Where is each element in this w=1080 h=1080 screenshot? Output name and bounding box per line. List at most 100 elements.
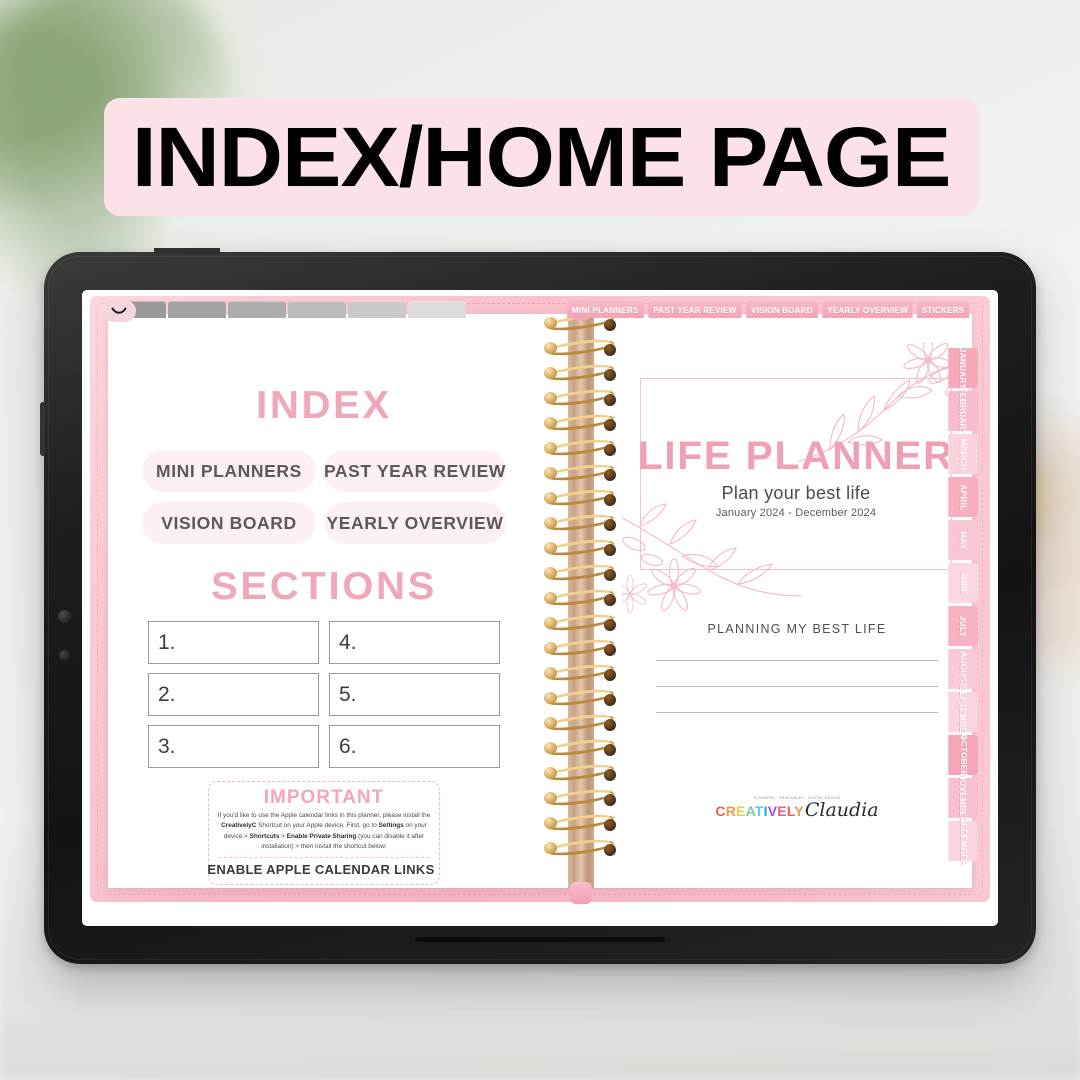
write-in-line[interactable] (656, 712, 938, 713)
tab-stickers[interactable]: STICKERS (916, 301, 970, 318)
grey-tab-4[interactable] (288, 301, 346, 318)
month-tab-september[interactable]: SEPTEMBER (948, 685, 978, 739)
section-input-3[interactable]: 3. (148, 725, 319, 768)
chevron-down-icon[interactable] (102, 300, 136, 322)
month-tab-june[interactable]: JUNE (948, 563, 978, 603)
logo-letter: C (715, 803, 726, 819)
binding-coil (544, 536, 616, 559)
grey-tab-6[interactable] (408, 301, 466, 318)
month-tab-label: MAY (958, 530, 968, 550)
month-tab-august[interactable]: AUGUST (948, 649, 978, 689)
grey-tab-3[interactable] (228, 301, 286, 318)
logo-script-name: Claudia (804, 799, 879, 821)
logo-wordmark: CREATIVELY (715, 804, 803, 818)
binding-coil (544, 386, 616, 409)
index-button-vision-board[interactable]: VISION BOARD (142, 502, 316, 544)
binding-coil (544, 786, 616, 809)
tab-past-year-review[interactable]: PAST YEAR REVIEW (648, 301, 742, 318)
spiral-binding (540, 300, 622, 904)
brand-logo: PLANNERS . PRINTABLES . DIGITAL DESIGN C… (622, 796, 972, 820)
important-title: IMPORTANT (263, 787, 385, 808)
index-heading: INDEX (256, 384, 392, 427)
binding-coil (544, 711, 616, 734)
binding-coil (544, 636, 616, 659)
logo-letter: R (725, 803, 737, 819)
logo-row: CREATIVELY Claudia (715, 801, 878, 820)
month-tab-may[interactable]: MAY (948, 520, 978, 560)
grey-tab-2[interactable] (168, 301, 226, 318)
side-port-upper (58, 610, 71, 623)
month-tab-label: AUGUST (958, 650, 968, 688)
page-title: INDEX/HOME PAGE (132, 109, 952, 204)
section-input-4[interactable]: 4. (329, 621, 500, 664)
month-tab-label: JANUARY (958, 347, 968, 389)
logo-letter: E (736, 803, 746, 819)
index-button-grid: MINI PLANNERS PAST YEAR REVIEW VISION BOAR… (134, 450, 514, 544)
tablet-screen: INDEX MINI PLANNERS PAST YEAR REVIEW VISIO… (82, 290, 998, 926)
binding-coil (544, 686, 616, 709)
volume-button[interactable] (40, 402, 45, 456)
tab-mini-planners[interactable]: MINI PLANNERS (567, 301, 644, 318)
month-tab-january[interactable]: JANUARY (948, 347, 978, 389)
binding-coil (544, 461, 616, 484)
month-tab-november[interactable]: NOVEMBER (948, 773, 978, 823)
tab-vision-board[interactable]: VISION BOARD (745, 301, 818, 318)
tablet-device: INDEX MINI PLANNERS PAST YEAR REVIEW VISIO… (40, 248, 1036, 964)
section-input-2[interactable]: 2. (148, 673, 319, 716)
month-tab-label: SEPTEMBER (958, 685, 968, 739)
planning-my-best-life-label: PLANNING MY BEST LIFE (707, 622, 887, 636)
binding-coil (544, 811, 616, 834)
home-indicator-bar[interactable] (415, 937, 665, 942)
sections-heading: SECTIONS (211, 565, 437, 608)
logo-letter: A (745, 803, 755, 819)
section-input-6[interactable]: 6. (329, 725, 500, 768)
power-button[interactable] (154, 248, 220, 254)
month-tab-december[interactable]: DECEMBER (948, 817, 978, 865)
side-port-lower (59, 650, 70, 661)
binding-coil (544, 436, 616, 459)
cover-date-range: January 2024 - December 2024 (715, 507, 877, 519)
month-tab-july[interactable]: JULY (948, 606, 978, 646)
sections-box-grid: 1. 4. 2. 5. 3. 6. (134, 621, 514, 768)
logo-letter: T (754, 803, 764, 819)
important-notice-box: IMPORTANT If you'd like to use the Apple… (207, 781, 440, 885)
planner-page-spread: INDEX MINI PLANNERS PAST YEAR REVIEW VISIO… (108, 300, 978, 904)
enable-apple-calendar-links-label: ENABLE APPLE CALENDAR LINKS (207, 861, 435, 877)
binding-coil (544, 611, 616, 634)
month-tab-label: APRIL (958, 484, 968, 510)
index-button-yearly-overview[interactable]: YEARLY OVERVIEW (323, 502, 506, 544)
cover-text-block: LIFE PLANNER Plan your best life January… (637, 434, 955, 519)
index-button-mini-planners[interactable]: MINI PLANNERS (142, 450, 316, 492)
section-input-5[interactable]: 5. (329, 673, 500, 716)
logo-letter: E (777, 803, 787, 819)
month-tab-label: FEBRUARY (958, 387, 968, 435)
write-in-line[interactable] (656, 686, 938, 687)
right-page: LIFE PLANNER Plan your best life January… (622, 336, 972, 888)
enable-apple-calendar-links-button[interactable]: ENABLE APPLE CALENDAR LINKS (207, 862, 434, 877)
binding-coil (544, 361, 616, 384)
month-tab-march[interactable]: MARCH (948, 434, 978, 474)
binding-coil (544, 561, 616, 584)
cover-tagline: Plan your best life (721, 483, 871, 503)
binding-coil (544, 736, 616, 759)
write-in-line[interactable] (656, 660, 938, 661)
month-tab-february[interactable]: FEBRUARY (948, 387, 978, 435)
binding-coil (544, 761, 616, 784)
binding-coil (544, 836, 616, 859)
binding-coil (544, 486, 616, 509)
planner-cover: INDEX MINI PLANNERS PAST YEAR REVIEW VISIO… (90, 296, 990, 904)
month-tab-april[interactable]: APRIL (948, 477, 978, 517)
month-tab-label: JULY (958, 615, 968, 637)
binding-coil (544, 661, 616, 684)
binding-coil (544, 511, 616, 534)
month-tab-october[interactable]: OCTOBER (948, 734, 978, 776)
page-title-banner: INDEX/HOME PAGE (104, 98, 979, 216)
grey-tab-5[interactable] (348, 301, 406, 318)
binding-bottom-clip (570, 882, 592, 904)
cover-title: LIFE PLANNER (637, 434, 955, 478)
tab-yearly-overview[interactable]: YEARLY OVERVIEW (822, 301, 913, 318)
important-divider (219, 856, 429, 858)
section-input-1[interactable]: 1. (148, 621, 319, 664)
top-tab-strip: MINI PLANNERS PAST YEAR REVIEW VISION BOAR… (108, 296, 972, 318)
index-button-past-year-review[interactable]: PAST YEAR REVIEW (323, 450, 506, 492)
